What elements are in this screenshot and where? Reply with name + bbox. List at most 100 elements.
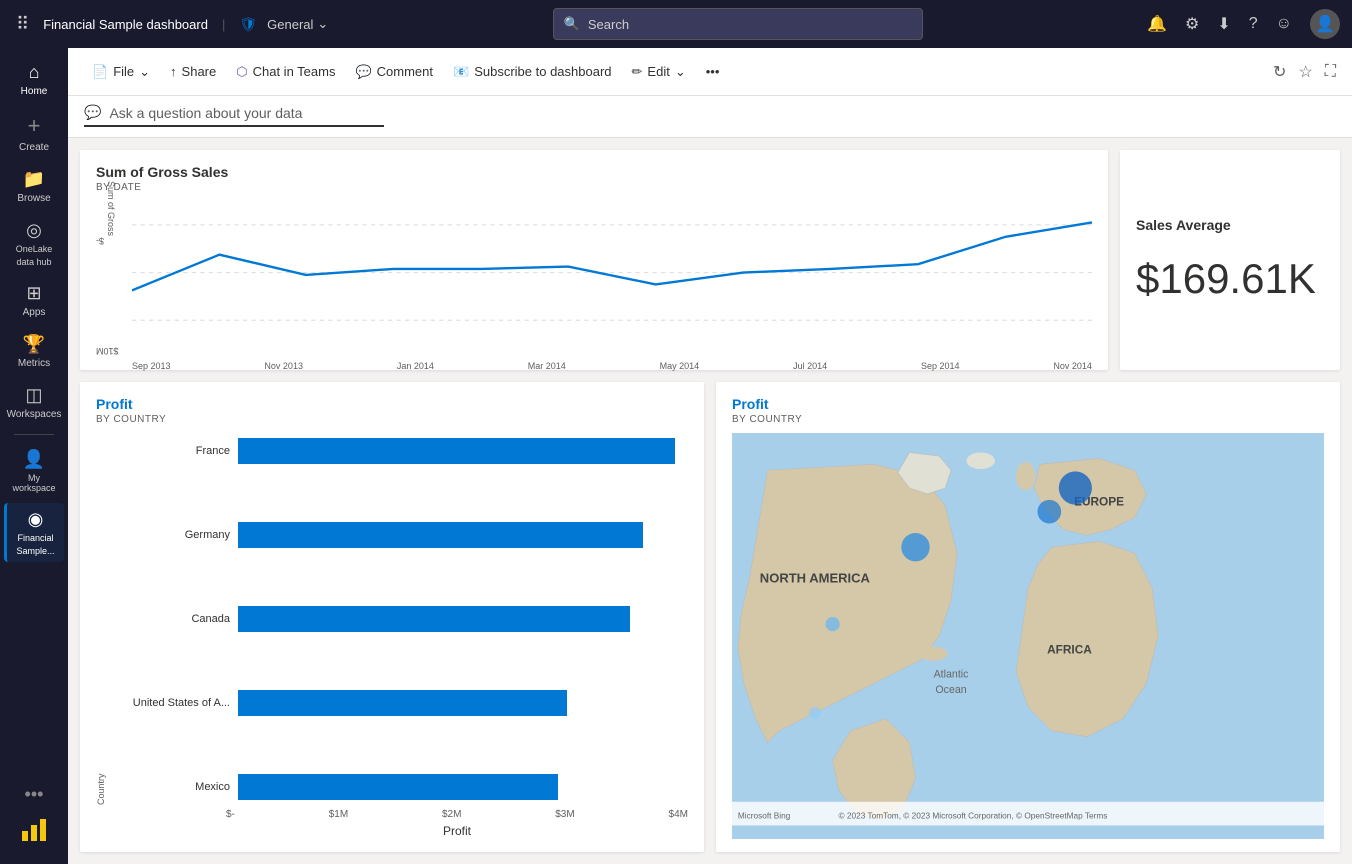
sidebar-divider: [14, 434, 54, 435]
share-button[interactable]: ↑ Share: [162, 58, 224, 85]
browse-icon: 📁: [23, 169, 45, 190]
atlantic-label: Atlantic: [934, 668, 970, 680]
bar-row-germany: Germany: [110, 517, 688, 553]
sidebar-item-create[interactable]: + Create: [4, 107, 64, 159]
bar-row-mexico: Mexico: [110, 769, 688, 805]
sidebar-item-onelake[interactable]: ◎ OneLake data hub: [4, 214, 64, 273]
search-icon: 🔍: [564, 16, 580, 32]
help-icon[interactable]: ?: [1249, 15, 1258, 33]
sidebar: ⌂ Home + Create 📁 Browse ◎ OneLake data …: [0, 48, 68, 864]
metrics-icon: 🏆: [23, 334, 45, 355]
dashboard: Sum of Gross Sales BY DATE $10M $- Sum o…: [68, 138, 1352, 864]
download-icon[interactable]: ⬇: [1217, 14, 1230, 34]
search-container: 🔍 Search: [338, 8, 1137, 40]
toolbar: 📄 File ⌄ ↑ Share ⬡ Chat in Teams 💬 Comme…: [68, 48, 1352, 96]
map-card[interactable]: Profit BY COUNTRY: [716, 382, 1340, 852]
qa-icon: 💬: [84, 104, 101, 121]
chevron-down-icon: ⌄: [317, 16, 328, 32]
bar-france: [238, 438, 675, 464]
sidebar-more[interactable]: •••: [25, 784, 44, 805]
sidebar-item-my-workspace[interactable]: 👤 My workspace: [4, 443, 64, 499]
line-chart-svg: [132, 201, 1092, 356]
more-options-button[interactable]: •••: [698, 58, 728, 85]
workspace-selector[interactable]: General ⌄: [267, 16, 328, 32]
sales-avg-value: $169.61K: [1136, 255, 1316, 303]
sidebar-item-financial-sample[interactable]: ◉ Financial Sample...: [4, 503, 64, 562]
more-icon: •••: [25, 784, 44, 804]
topbar: ⠿ Financial Sample dashboard | 🛡 General…: [0, 0, 1352, 48]
powerbi-logo: [18, 813, 50, 848]
bubble-europe1: [1059, 471, 1092, 504]
app-title: Financial Sample dashboard: [43, 17, 208, 32]
home-icon: ⌂: [29, 62, 40, 83]
map-svg: NORTH AMERICA EUROPE AFRICA Atlantic Oce…: [732, 433, 1324, 839]
edit-icon: ✏: [632, 64, 643, 80]
x-axis-label: Profit: [226, 824, 688, 838]
shield-icon: 🛡: [239, 16, 257, 33]
qa-bar: 💬 Ask a question about your data: [68, 96, 1352, 138]
bubble-mexico: [809, 707, 821, 719]
bar-y-axis-label: Country: [96, 433, 106, 805]
main-content: 📄 File ⌄ ↑ Share ⬡ Chat in Teams 💬 Comme…: [68, 48, 1352, 864]
file-button[interactable]: 📄 File ⌄: [84, 58, 158, 86]
apps-grid-icon[interactable]: ⠿: [12, 10, 33, 39]
bar-row-france: France: [110, 433, 688, 469]
favorite-icon[interactable]: ☆: [1298, 62, 1312, 82]
bubble-canada: [901, 533, 929, 561]
file-icon: 📄: [92, 64, 108, 80]
sidebar-item-workspaces[interactable]: ◫ Workspaces: [4, 379, 64, 426]
bar-chart-wrapper: Country France Germany: [96, 433, 688, 805]
qa-input[interactable]: 💬 Ask a question about your data: [84, 104, 384, 127]
bar-chart-inner: France Germany: [110, 433, 688, 805]
create-icon: +: [28, 113, 41, 139]
avatar-icon: 👤: [1315, 14, 1335, 34]
svg-text:Ocean: Ocean: [935, 684, 966, 696]
bar-chart-card[interactable]: Profit BY COUNTRY Country France: [80, 382, 704, 852]
chart-area: Sep 2013 Nov 2013 Jan 2014 Mar 2014 May …: [132, 201, 1092, 356]
my-workspace-icon: 👤: [23, 449, 45, 470]
fullscreen-icon[interactable]: ⛶: [1325, 63, 1336, 81]
avatar[interactable]: 👤: [1310, 9, 1340, 39]
line-chart-subtitle: BY DATE: [96, 182, 1092, 193]
apps-icon: ⊞: [26, 283, 41, 304]
bar-row-canada: Canada: [110, 601, 688, 637]
comment-icon: 💬: [355, 64, 371, 80]
bar-usa: [238, 690, 567, 716]
north-america-label: NORTH AMERICA: [760, 571, 871, 586]
settings-icon[interactable]: ⚙: [1185, 14, 1199, 34]
search-box[interactable]: 🔍 Search: [553, 8, 923, 40]
share-icon: ↑: [170, 64, 177, 79]
map-area[interactable]: NORTH AMERICA EUROPE AFRICA Atlantic Oce…: [732, 433, 1324, 839]
refresh-icon[interactable]: ↻: [1273, 62, 1286, 82]
x-axis: $- $1M $2M $3M $4M: [226, 809, 688, 820]
bar-mexico: [238, 774, 558, 800]
bubble-europe2: [1037, 500, 1061, 524]
file-chevron-icon: ⌄: [139, 64, 150, 80]
bar-chart-subtitle: BY COUNTRY: [96, 414, 688, 425]
sidebar-item-apps[interactable]: ⊞ Apps: [4, 277, 64, 324]
comment-button[interactable]: 💬 Comment: [347, 58, 441, 86]
sidebar-item-home[interactable]: ⌂ Home: [4, 56, 64, 103]
bottom-row: Profit BY COUNTRY Country France: [80, 382, 1340, 852]
map-title: Profit: [732, 396, 1324, 412]
line-chart-card[interactable]: Sum of Gross Sales BY DATE $10M $- Sum o…: [80, 150, 1108, 370]
subscribe-icon: 📧: [453, 64, 469, 80]
line-chart-title: Sum of Gross Sales: [96, 164, 1092, 180]
x-axis-labels: Sep 2013 Nov 2013 Jan 2014 Mar 2014 May …: [132, 361, 1092, 371]
edit-button[interactable]: ✏ Edit ⌄: [624, 58, 694, 86]
sidebar-item-browse[interactable]: 📁 Browse: [4, 163, 64, 210]
chat-in-teams-button[interactable]: ⬡ Chat in Teams: [228, 58, 343, 86]
feedback-icon[interactable]: ☺: [1276, 15, 1292, 33]
sales-avg-title: Sales Average: [1136, 217, 1231, 233]
toolbar-right: ↻ ☆ ⛶: [1273, 62, 1336, 82]
bar-row-usa: United States of A...: [110, 685, 688, 721]
workspaces-icon: ◫: [25, 385, 42, 406]
notification-icon[interactable]: 🔔: [1147, 14, 1167, 34]
financial-icon: ◉: [28, 509, 44, 530]
svg-text:Microsoft Bing: Microsoft Bing: [738, 811, 791, 820]
sidebar-item-metrics[interactable]: 🏆 Metrics: [4, 328, 64, 375]
onelake-label: OneLake: [16, 244, 53, 254]
map-subtitle: BY COUNTRY: [732, 414, 1324, 425]
sales-avg-card[interactable]: Sales Average $169.61K: [1120, 150, 1340, 370]
subscribe-button[interactable]: 📧 Subscribe to dashboard: [445, 58, 620, 86]
